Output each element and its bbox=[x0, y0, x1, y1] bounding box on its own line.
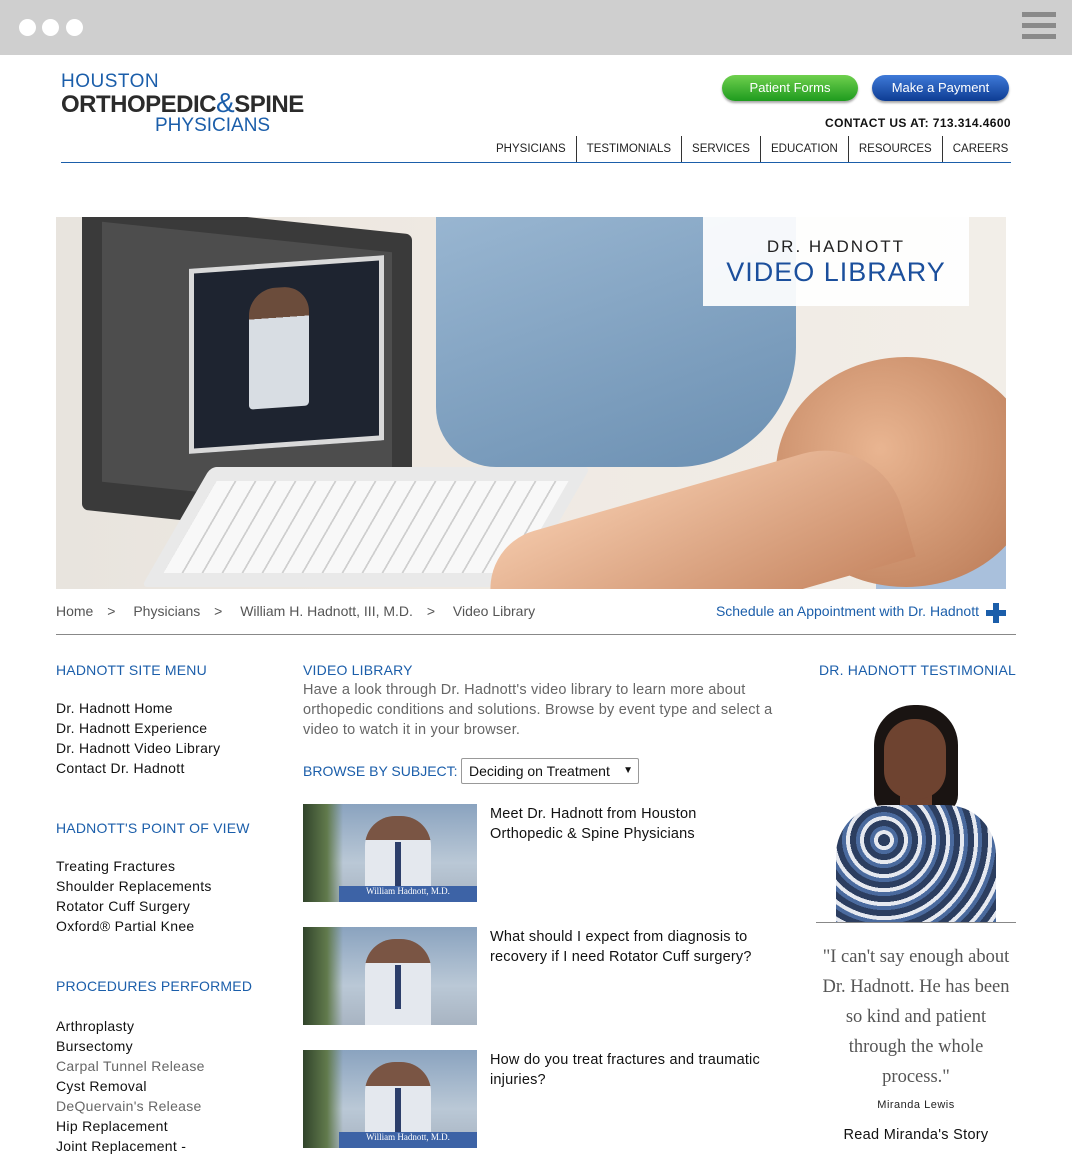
patient-forms-button[interactable]: Patient Forms bbox=[722, 75, 858, 101]
video-thumbnail[interactable] bbox=[303, 927, 477, 1025]
testimonial-divider bbox=[816, 922, 1016, 923]
site-logo[interactable]: HOUSTON ORTHOPEDIC&SPINE PHYSICIANS bbox=[61, 71, 304, 136]
point-of-view-item[interactable]: Oxford® Partial Knee bbox=[56, 916, 212, 936]
procedures-heading: PROCEDURES PERFORMED bbox=[56, 978, 253, 994]
point-of-view-list: Treating Fractures Shoulder Replacements… bbox=[56, 856, 212, 936]
hero-title-large: VIDEO LIBRARY bbox=[726, 257, 946, 287]
content-divider bbox=[56, 634, 1016, 635]
video-library-heading: VIDEO LIBRARY bbox=[303, 662, 413, 678]
video-caption: William Hadnott, M.D. bbox=[339, 886, 477, 902]
logo-line-1: HOUSTON bbox=[61, 71, 160, 92]
point-of-view-item[interactable]: Rotator Cuff Surgery bbox=[56, 896, 212, 916]
site-menu-item[interactable]: Dr. Hadnott Home bbox=[56, 698, 220, 718]
testimonial-heading: DR. HADNOTT TESTIMONIAL bbox=[819, 662, 1016, 678]
point-of-view-item[interactable]: Treating Fractures bbox=[56, 856, 212, 876]
testimonial-photo bbox=[816, 705, 1016, 922]
window-dot-icon[interactable] bbox=[42, 19, 59, 36]
window-dot-icon[interactable] bbox=[66, 19, 83, 36]
video-library-intro: Have a look through Dr. Hadnott's video … bbox=[303, 682, 773, 738]
hero-title-box: DR. HADNOTT VIDEO LIBRARY bbox=[703, 217, 969, 306]
point-of-view-item[interactable]: Shoulder Replacements bbox=[56, 876, 212, 896]
subject-select[interactable]: Deciding on Treatment ▼ bbox=[461, 758, 639, 784]
procedure-item[interactable]: Hip Replacement bbox=[56, 1116, 205, 1136]
logo-ampersand: & bbox=[216, 87, 235, 118]
breadcrumb-home[interactable]: Home bbox=[56, 603, 93, 619]
breadcrumb-separator: > bbox=[214, 603, 223, 619]
hero-title-small: DR. HADNOTT bbox=[766, 237, 906, 256]
procedure-item[interactable]: Bursectomy bbox=[56, 1036, 205, 1056]
contact-phone[interactable]: CONTACT US AT: 713.314.4600 bbox=[825, 116, 1011, 130]
logo-line-2: ORTHOPEDIC&SPINE bbox=[61, 89, 304, 118]
logo-word-spine: SPINE bbox=[234, 91, 304, 118]
site-menu-item[interactable]: Contact Dr. Hadnott bbox=[56, 758, 220, 778]
procedure-item[interactable]: DeQuervain's Release bbox=[56, 1096, 205, 1116]
site-menu-item[interactable]: Dr. Hadnott Video Library bbox=[56, 738, 220, 758]
nav-physicians[interactable]: PHYSICIANS bbox=[486, 136, 576, 162]
logo-word-orthopedic: ORTHOPEDIC bbox=[61, 91, 217, 118]
nav-education[interactable]: EDUCATION bbox=[759, 136, 848, 162]
procedures-list: Arthroplasty Bursectomy Carpal Tunnel Re… bbox=[56, 1016, 205, 1156]
breadcrumb-physician[interactable]: William H. Hadnott, III, M.D. bbox=[240, 603, 413, 619]
testimonial-author: Miranda Lewis bbox=[877, 1099, 955, 1111]
logo-line-3: PHYSICIANS bbox=[155, 115, 271, 136]
schedule-appointment-link[interactable]: Schedule an Appointment with Dr. Hadnott bbox=[716, 603, 979, 619]
nav-services[interactable]: SERVICES bbox=[681, 136, 760, 162]
hamburger-menu-icon[interactable] bbox=[1022, 12, 1056, 42]
site-menu-heading: HADNOTT SITE MENU bbox=[56, 662, 207, 678]
procedure-item[interactable]: Carpal Tunnel Release bbox=[56, 1056, 205, 1076]
video-thumbnail[interactable]: William Hadnott, M.D. bbox=[303, 804, 477, 902]
main-nav: PHYSICIANS TESTIMONIALS SERVICES EDUCATI… bbox=[486, 136, 1018, 162]
breadcrumb-separator: > bbox=[426, 603, 435, 619]
breadcrumb: Home > Physicians > William H. Hadnott, … bbox=[56, 603, 545, 619]
browse-by-subject-label: BROWSE BY SUBJECT: bbox=[303, 763, 458, 779]
site-menu-list: Dr. Hadnott Home Dr. Hadnott Experience … bbox=[56, 698, 220, 778]
read-story-link[interactable]: Read Miranda's Story bbox=[816, 1127, 1016, 1143]
browser-chrome bbox=[0, 0, 1072, 55]
nav-resources[interactable]: RESOURCES bbox=[847, 136, 942, 162]
procedure-item[interactable]: Arthroplasty bbox=[56, 1016, 205, 1036]
breadcrumb-physicians[interactable]: Physicians bbox=[133, 603, 200, 619]
header-divider bbox=[61, 162, 1011, 163]
video-title[interactable]: What should I expect from diagnosis to r… bbox=[490, 927, 760, 967]
nav-careers[interactable]: CAREERS bbox=[941, 136, 1019, 162]
video-thumbnail[interactable]: William Hadnott, M.D. bbox=[303, 1050, 477, 1148]
video-title[interactable]: Meet Dr. Hadnott from Houston Orthopedic… bbox=[490, 804, 760, 844]
site-menu-item[interactable]: Dr. Hadnott Experience bbox=[56, 718, 220, 738]
hero-video-frame bbox=[189, 255, 384, 454]
procedure-item[interactable]: Cyst Removal bbox=[56, 1076, 205, 1096]
nav-testimonials[interactable]: TESTIMONIALS bbox=[575, 136, 681, 162]
make-payment-button[interactable]: Make a Payment bbox=[872, 75, 1009, 101]
breadcrumb-current: Video Library bbox=[452, 603, 536, 619]
video-title[interactable]: How do you treat fractures and traumatic… bbox=[490, 1050, 760, 1090]
procedure-item[interactable]: Joint Replacement - bbox=[56, 1136, 205, 1156]
point-of-view-heading: HADNOTT'S POINT OF VIEW bbox=[56, 820, 250, 836]
subject-select-value: Deciding on Treatment bbox=[469, 763, 610, 779]
breadcrumb-separator: > bbox=[107, 603, 116, 619]
window-dot-icon[interactable] bbox=[19, 19, 36, 36]
dropdown-arrow-icon: ▼ bbox=[623, 765, 633, 776]
plus-icon[interactable] bbox=[986, 603, 1006, 623]
video-caption: William Hadnott, M.D. bbox=[339, 1132, 477, 1148]
testimonial-quote: "I can't say enough about Dr. Hadnott. H… bbox=[822, 947, 1010, 1087]
